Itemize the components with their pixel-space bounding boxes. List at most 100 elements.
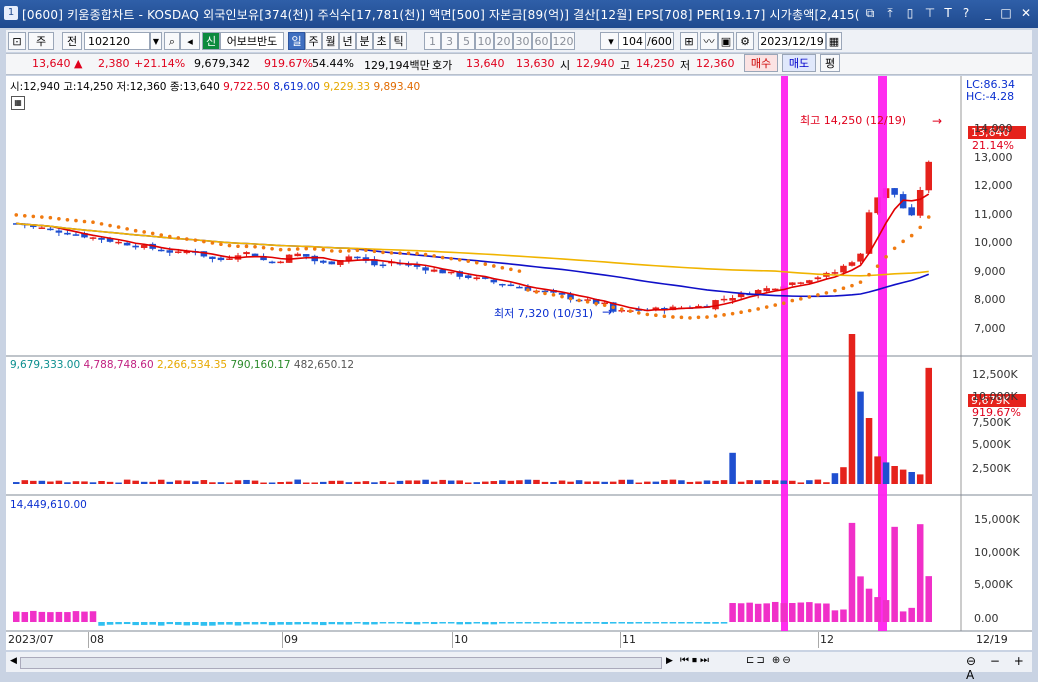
period-tab-5[interactable]: 초 xyxy=(373,32,390,50)
sell-button[interactable]: 매도 xyxy=(782,54,816,72)
volume-bar xyxy=(157,479,165,484)
scroll-left-icon[interactable]: ◀ xyxy=(10,656,18,668)
ohlc-text: 시:12,940 고:14,250 저:12,360 종:13,640 xyxy=(10,81,220,93)
period-tab-0[interactable]: 일 xyxy=(288,32,305,50)
sar-dot xyxy=(568,296,573,301)
avg-button[interactable]: 평 xyxy=(820,54,840,72)
interval-button-4[interactable]: 20 xyxy=(494,32,513,50)
scale-controls[interactable]: ⊖ − + A xyxy=(966,654,1032,682)
third-bar xyxy=(47,612,54,622)
interval-button-2[interactable]: 5 xyxy=(458,32,475,50)
third-bar xyxy=(899,611,907,622)
third-bar xyxy=(430,622,438,625)
minimize-icon[interactable]: _ xyxy=(980,5,996,21)
period-tab-4[interactable]: 분 xyxy=(356,32,373,50)
playback-controls[interactable]: ⏮⏹⏭ xyxy=(680,655,712,666)
volume-bar xyxy=(490,481,498,484)
sar-dot xyxy=(492,264,496,268)
sar-dot xyxy=(338,249,343,253)
candle-body xyxy=(268,261,276,264)
period-tab-1[interactable]: 주 xyxy=(305,32,322,50)
speaker-icon[interactable]: ◂ xyxy=(180,32,200,50)
third-bar xyxy=(771,601,779,622)
scrollbar-track[interactable] xyxy=(20,657,662,669)
sar-dot xyxy=(474,260,479,265)
sar-dot xyxy=(645,312,650,317)
stock-code-input[interactable]: 102120 xyxy=(84,32,150,50)
period-tab-6[interactable]: 틱 xyxy=(390,32,407,50)
sar-dot xyxy=(185,237,189,241)
maximize-icon[interactable]: □ xyxy=(998,5,1014,21)
close-icon[interactable]: ✕ xyxy=(1018,5,1034,21)
third-bar xyxy=(780,603,788,622)
interval-button-5[interactable]: 30 xyxy=(513,32,532,50)
third-bar xyxy=(192,622,199,625)
date-input[interactable]: 2023/12/19 xyxy=(758,32,826,50)
text-icon[interactable]: T xyxy=(940,5,956,21)
third-bar xyxy=(746,602,753,622)
volume-bar xyxy=(891,466,898,484)
chart-type-icon[interactable]: ⊡ xyxy=(8,32,26,50)
x-axis-label: 11 xyxy=(622,633,636,646)
third-bar xyxy=(234,622,242,626)
third-bar xyxy=(396,622,404,624)
sar-dot xyxy=(449,256,453,261)
help-icon[interactable]: ? xyxy=(958,5,974,21)
layout-icon[interactable]: ▯ xyxy=(902,5,918,21)
volume-bar xyxy=(337,480,344,484)
tack-icon[interactable]: ⊤ xyxy=(922,5,938,21)
volume-bar xyxy=(209,482,216,484)
save-icon[interactable]: ▣ xyxy=(718,32,734,50)
table-icon[interactable]: ▦ xyxy=(11,96,25,110)
third-bar xyxy=(908,607,915,622)
chart-area[interactable]: → → 시:12,940 고:14,250 저:12,360 종:13,640 9… xyxy=(6,76,1032,650)
period-select[interactable]: 주 xyxy=(28,32,54,50)
period-tab-2[interactable]: 월 xyxy=(322,32,339,50)
candle-body xyxy=(925,161,932,191)
vol-v2: 4,788,748.60 xyxy=(83,359,154,371)
pin-top-icon[interactable]: ⤒ xyxy=(882,5,898,21)
interval-button-6[interactable]: 60 xyxy=(532,32,551,50)
interval-button-7[interactable]: 120 xyxy=(551,32,575,50)
calendar-icon[interactable]: ▦ xyxy=(826,32,842,50)
zoom-controls[interactable]: ⊏⊐ ⊕⊖ xyxy=(746,655,793,666)
sar-dot xyxy=(705,315,709,319)
sar-dot xyxy=(457,257,462,262)
sar-dot xyxy=(858,280,863,284)
sar-dot xyxy=(440,255,445,260)
sar-dot xyxy=(125,227,129,231)
third-bar xyxy=(806,602,813,622)
sar-dot xyxy=(807,295,812,299)
link-icon[interactable]: ⧉ xyxy=(862,5,878,21)
candle-body xyxy=(302,254,310,257)
sar-dot xyxy=(372,249,377,254)
volume-bar xyxy=(430,481,438,484)
interval-button-1[interactable]: 3 xyxy=(441,32,458,50)
volume-bar xyxy=(47,481,54,484)
chevron-down-icon[interactable]: ▼ xyxy=(150,32,162,50)
wave-icon[interactable]: 〰 xyxy=(700,32,718,50)
third-bar xyxy=(175,622,182,625)
sar-dot xyxy=(82,219,87,224)
period-tab-3[interactable]: 년 xyxy=(339,32,356,50)
jeon-button[interactable]: 전 xyxy=(62,32,82,50)
price-axis-label: 10,000 xyxy=(974,236,1013,249)
sar-dot xyxy=(577,298,581,303)
interval-button-3[interactable]: 10 xyxy=(475,32,494,50)
vol-v3: 2,266,534.35 xyxy=(156,359,228,371)
sar-dot xyxy=(739,310,743,315)
sar-dot xyxy=(884,255,888,259)
scroll-right-icon[interactable]: ▶ xyxy=(666,656,673,666)
grid-icon[interactable]: ⊞ xyxy=(680,32,698,50)
gear-icon[interactable]: ⚙ xyxy=(736,32,754,50)
sar-dot xyxy=(176,236,181,240)
third-bar xyxy=(123,622,131,625)
interval-button-0[interactable]: 1 xyxy=(424,32,441,50)
pct2: 54.44% xyxy=(312,57,354,70)
candle-body xyxy=(499,283,506,286)
volume-bar xyxy=(234,480,242,484)
buy-button[interactable]: 매수 xyxy=(744,54,778,72)
search-icon[interactable]: ⌕ xyxy=(164,32,180,50)
count-input[interactable]: 104 xyxy=(618,32,646,50)
sar-dot xyxy=(799,297,803,301)
